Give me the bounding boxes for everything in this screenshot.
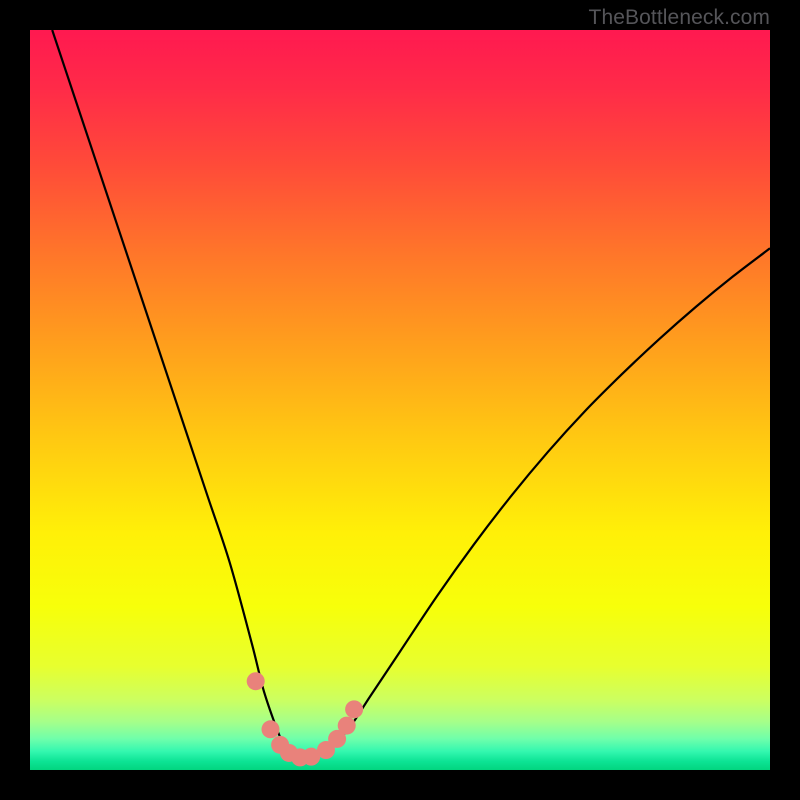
plot-area — [30, 30, 770, 770]
marker-dot — [345, 700, 363, 718]
curve-layer — [30, 30, 770, 770]
marker-dot — [262, 720, 280, 738]
chart-frame: TheBottleneck.com — [0, 0, 800, 800]
curve-markers — [247, 672, 363, 766]
marker-dot — [338, 717, 356, 735]
bottleneck-curve — [52, 30, 770, 760]
watermark-text: TheBottleneck.com — [589, 6, 770, 30]
marker-dot — [247, 672, 265, 690]
